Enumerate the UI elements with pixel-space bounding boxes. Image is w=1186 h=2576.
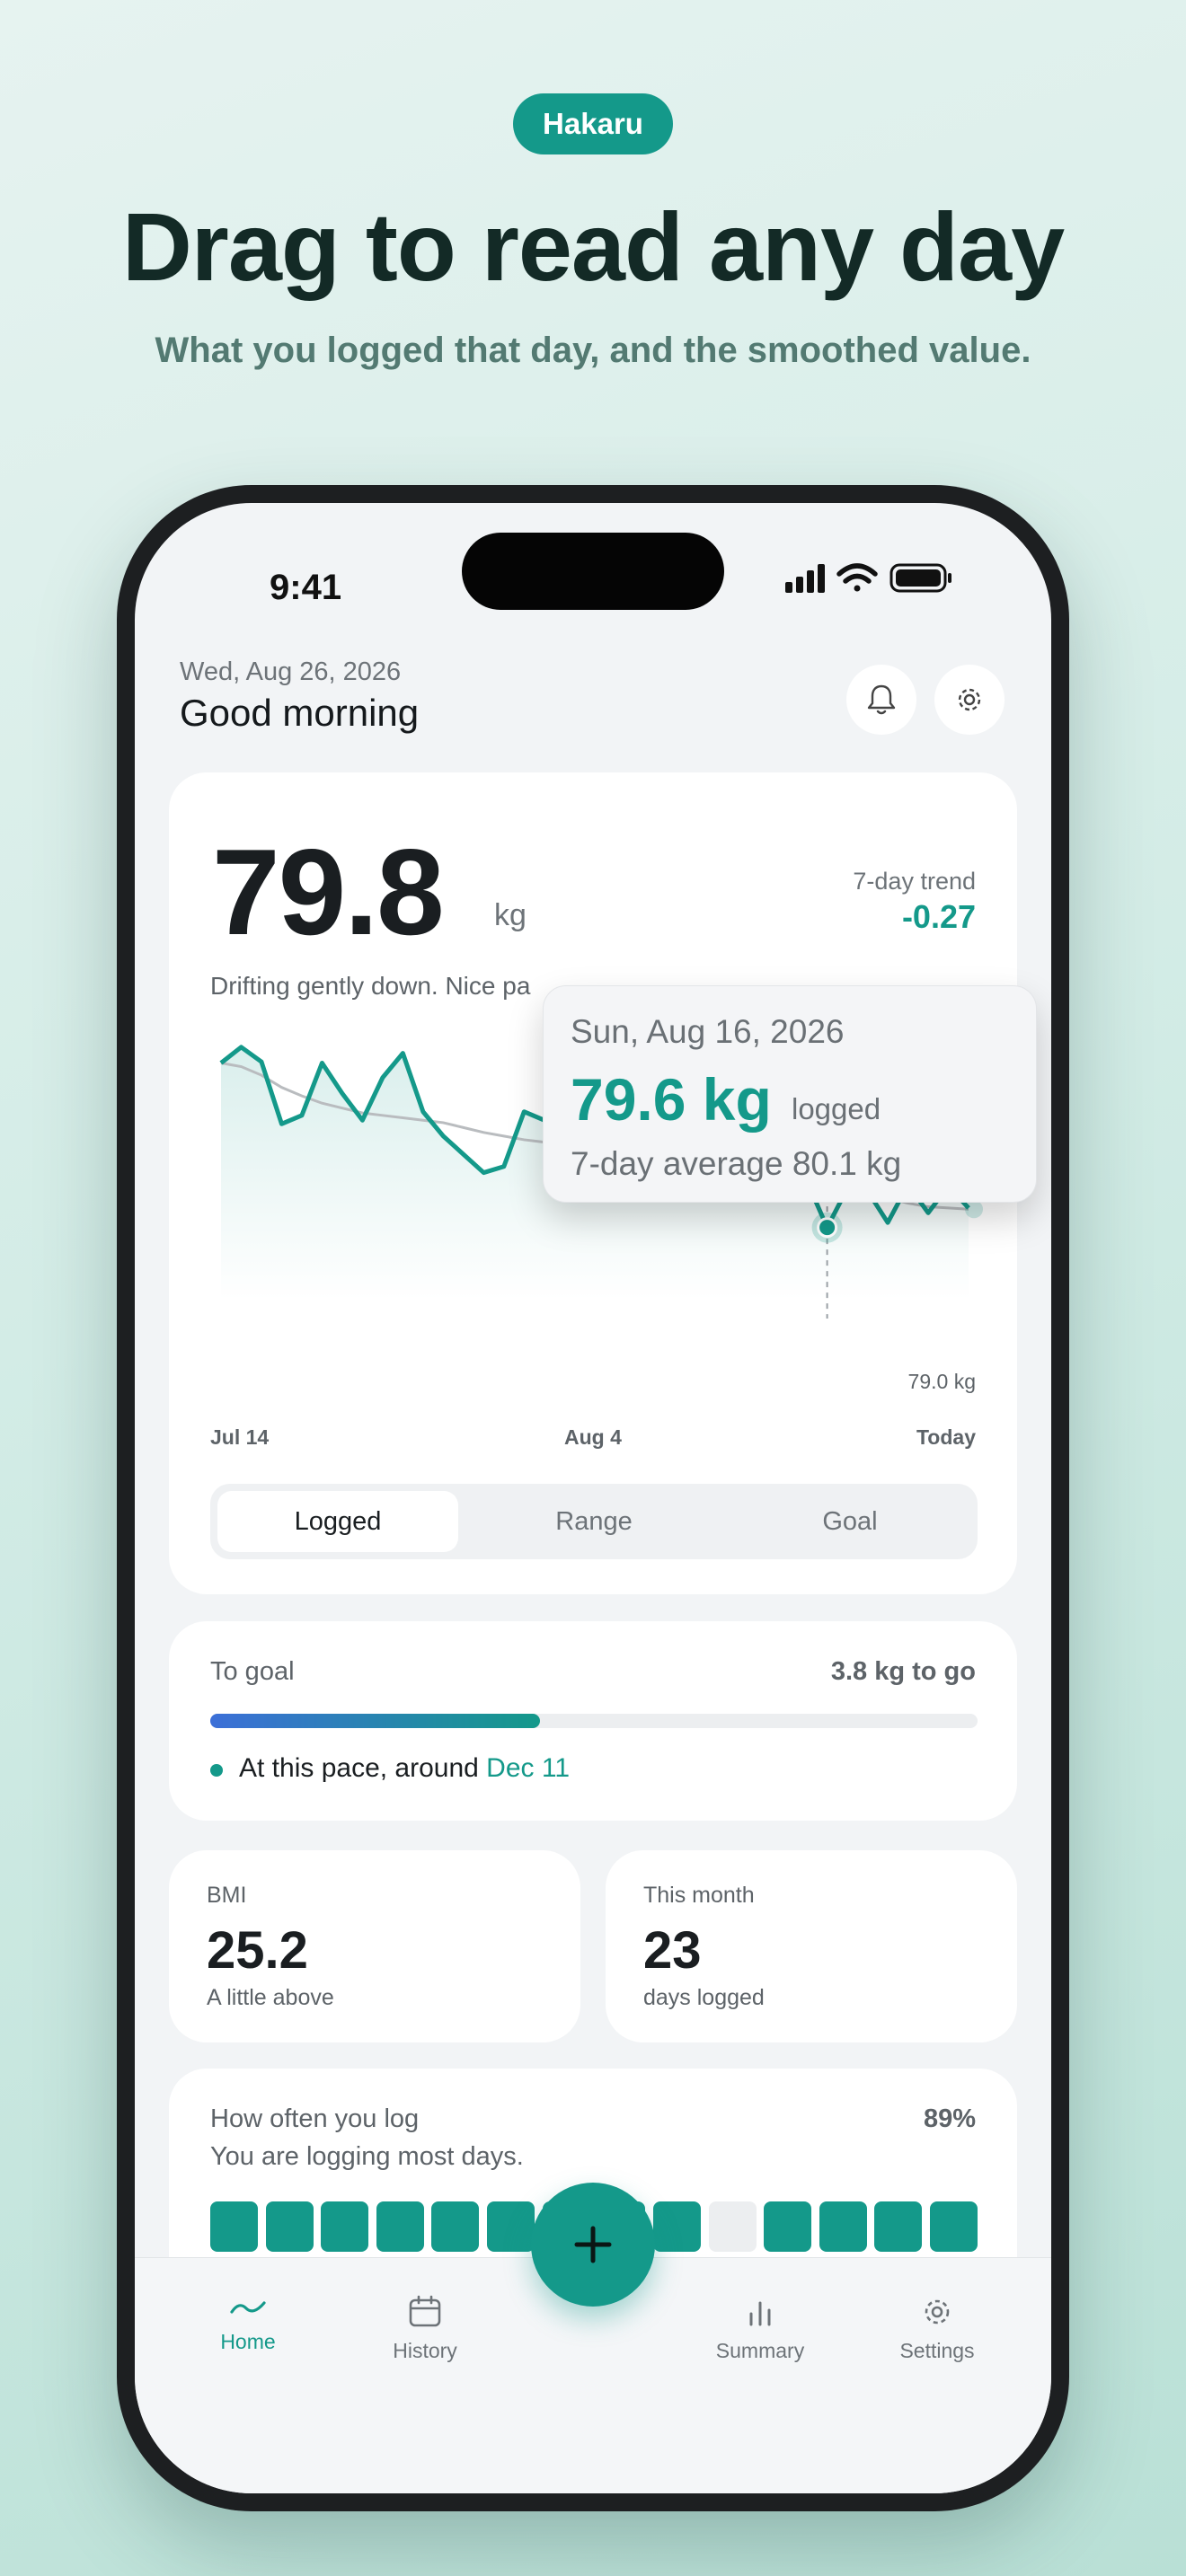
dynamic-island (462, 533, 724, 610)
pace-text: At this pace, around Dec 11 (239, 1753, 570, 1784)
tab-summary-label: Summary (715, 2339, 805, 2362)
gear-icon (958, 688, 981, 711)
tab-home[interactable]: Home (185, 2294, 311, 2354)
add-entry-button[interactable] (531, 2183, 655, 2307)
month-label: This month (643, 1883, 755, 1908)
trend-value: -0.27 (901, 898, 976, 935)
tooltip-value: 79.6 kg (571, 1066, 772, 1133)
frequency-day-cell (764, 2201, 812, 2252)
battery-icon (890, 563, 951, 593)
chart-tooltip: Sun, Aug 16, 2026 79.6 kg logged 7-day a… (543, 985, 1037, 1203)
promo-subheadline: What you logged that day, and the smooth… (155, 331, 1031, 370)
trend-label: 7-day trend (853, 868, 976, 895)
x-label-mid: Aug 4 (564, 1425, 622, 1449)
frequency-day-cell (431, 2201, 480, 2252)
selected-point-marker[interactable] (817, 1217, 838, 1239)
current-date: Wed, Aug 26, 2026 (180, 657, 402, 686)
tab-summary[interactable]: Summary (697, 2294, 823, 2363)
frequency-day-cell (210, 2201, 258, 2252)
latest-point-marker (965, 1200, 983, 1219)
pace-date: Dec 11 (486, 1753, 570, 1783)
segment-logged[interactable]: Logged (217, 1491, 458, 1552)
frequency-percent: 89% (923, 2104, 976, 2133)
calendar-icon (409, 2295, 441, 2327)
month-card: This month 23 days logged (606, 1850, 1017, 2042)
chart-min-label: 79.0 kg (907, 1370, 976, 1393)
greeting: Good morning (180, 692, 420, 734)
frequency-day-cell (652, 2201, 701, 2252)
frequency-sub: You are logging most days. (210, 2142, 524, 2171)
wifi-icon (836, 563, 878, 592)
chart-mode-segmented-control: Logged Range Goal (210, 1484, 978, 1559)
tab-history-label: History (393, 2339, 457, 2362)
goal-label: To goal (210, 1657, 295, 1686)
pace-dot-icon (210, 1764, 223, 1777)
status-icons (785, 563, 951, 593)
frequency-day-cell (265, 2201, 314, 2252)
goal-card: To goal 3.8 kg to go At this pace, aroun… (169, 1621, 1017, 1821)
tooltip-logged-label: logged (792, 1092, 881, 1125)
frequency-day-cell (874, 2201, 923, 2252)
goal-progress-bar (210, 1714, 978, 1728)
x-label-end: Today (916, 1425, 976, 1449)
current-weight: 79.8 (212, 824, 445, 960)
frequency-day-cell (321, 2201, 369, 2252)
bmi-label: BMI (207, 1883, 247, 1908)
gear-icon (925, 2299, 950, 2325)
month-sub: days logged (643, 1985, 765, 2010)
trend-line-icon (230, 2301, 266, 2314)
bell-icon (867, 684, 896, 715)
tab-home-label: Home (220, 2330, 276, 2353)
x-label-start: Jul 14 (210, 1425, 270, 1449)
promo-headline: Drag to read any day (121, 192, 1065, 301)
tab-settings[interactable]: Settings (874, 2294, 1000, 2363)
app-badge: Hakaru (513, 93, 673, 154)
frequency-day-cell (708, 2201, 757, 2252)
goal-progress-fill (210, 1714, 541, 1728)
plus-icon (574, 2226, 612, 2263)
notifications-button[interactable] (846, 665, 916, 735)
tab-history[interactable]: History (362, 2294, 488, 2363)
tab-settings-label: Settings (899, 2339, 975, 2362)
frequency-day-cell (819, 2201, 867, 2252)
weight-unit: kg (494, 898, 527, 932)
goal-remaining: 3.8 kg to go (830, 1657, 976, 1686)
bmi-card: BMI 25.2 A little above (169, 1850, 580, 2042)
bmi-sub: A little above (207, 1985, 334, 2010)
segment-goal[interactable]: Goal (730, 1491, 970, 1552)
signal-icon (785, 564, 825, 593)
frequency-day-cell (930, 2201, 978, 2252)
app-screen: 9:41 Wed, Aug 26, 2026 Good morning 79.8… (135, 503, 1051, 2493)
status-time: 9:41 (270, 568, 342, 607)
pace-prefix: At this pace, around (239, 1753, 487, 1783)
tooltip-average: 7-day average 80.1 kg (571, 1145, 902, 1182)
bmi-value: 25.2 (207, 1921, 308, 1980)
frequency-label: How often you log (210, 2104, 420, 2133)
segment-range[interactable]: Range (474, 1491, 714, 1552)
phone-frame: 9:41 Wed, Aug 26, 2026 Good morning 79.8… (117, 485, 1069, 2511)
frequency-day-cell (376, 2201, 424, 2252)
bar-chart-icon (749, 2301, 771, 2326)
settings-shortcut-button[interactable] (934, 665, 1005, 735)
month-value: 23 (643, 1921, 702, 1980)
tooltip-date: Sun, Aug 16, 2026 (571, 1013, 845, 1050)
trend-message: Drifting gently down. Nice pa (210, 972, 531, 1000)
frequency-day-cell (487, 2201, 535, 2252)
